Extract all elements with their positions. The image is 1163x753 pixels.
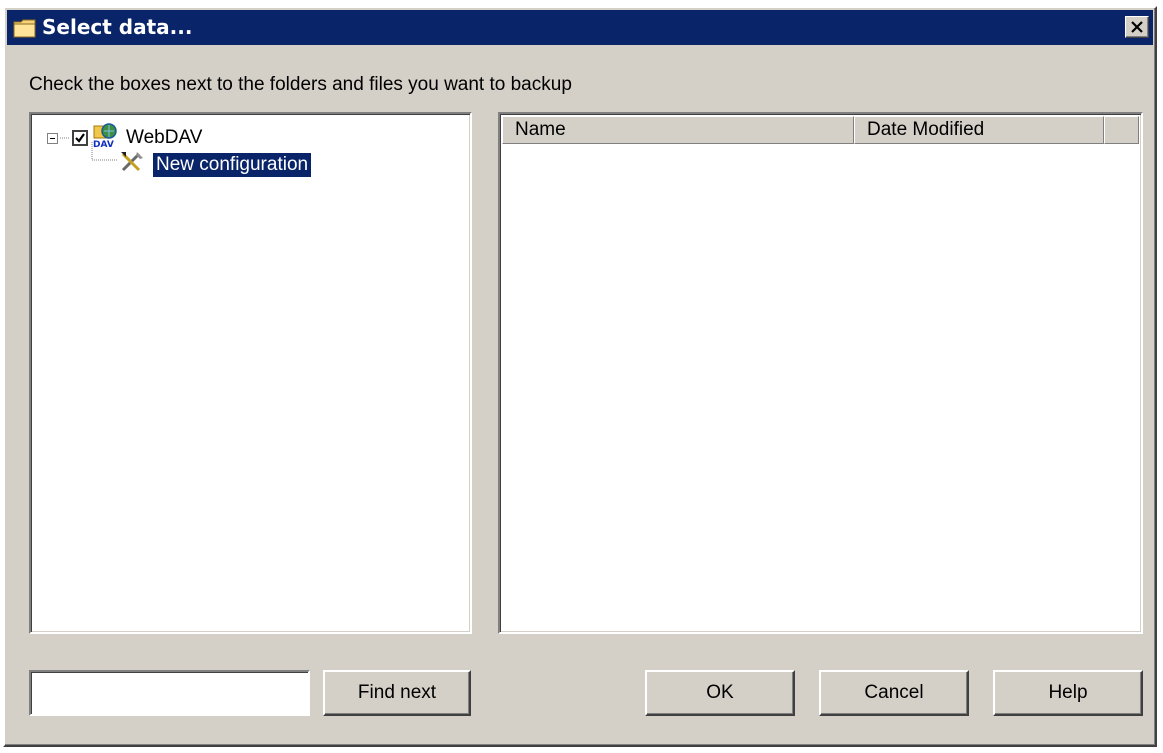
collapse-toggle[interactable] bbox=[47, 132, 58, 144]
cancel-button[interactable]: Cancel bbox=[819, 670, 969, 716]
tree-node-new-configuration[interactable]: New configuration bbox=[119, 150, 312, 180]
column-header-empty[interactable] bbox=[1104, 116, 1139, 144]
close-button[interactable] bbox=[1125, 16, 1149, 38]
column-header-date-modified[interactable]: Date Modified bbox=[854, 116, 1104, 144]
find-next-button[interactable]: Find next bbox=[323, 670, 471, 716]
folder-icon bbox=[13, 17, 37, 39]
title-bar[interactable]: Select data... bbox=[7, 10, 1153, 45]
tree-connector-child bbox=[91, 142, 117, 161]
check-mark-icon bbox=[75, 133, 85, 143]
close-icon bbox=[1131, 21, 1143, 33]
search-input[interactable] bbox=[29, 670, 310, 716]
tree-node-label-selected: New configuration bbox=[153, 153, 312, 177]
select-data-dialog: Select data... Check the boxes next to t… bbox=[3, 6, 1157, 747]
column-header-name[interactable]: Name bbox=[502, 116, 854, 144]
ok-button[interactable]: OK bbox=[645, 670, 795, 716]
help-button[interactable]: Help bbox=[993, 670, 1143, 716]
webdav-checkbox[interactable] bbox=[72, 130, 88, 146]
folder-tree[interactable]: DAV WebDAV New configuration bbox=[29, 112, 472, 634]
tree-connector bbox=[60, 137, 70, 139]
window-title: Select data... bbox=[42, 15, 193, 39]
tools-icon bbox=[119, 150, 145, 180]
instruction-text: Check the boxes next to the folders and … bbox=[29, 74, 572, 95]
tree-node-label: WebDAV bbox=[126, 127, 203, 148]
file-list[interactable]: Name Date Modified bbox=[498, 112, 1143, 634]
